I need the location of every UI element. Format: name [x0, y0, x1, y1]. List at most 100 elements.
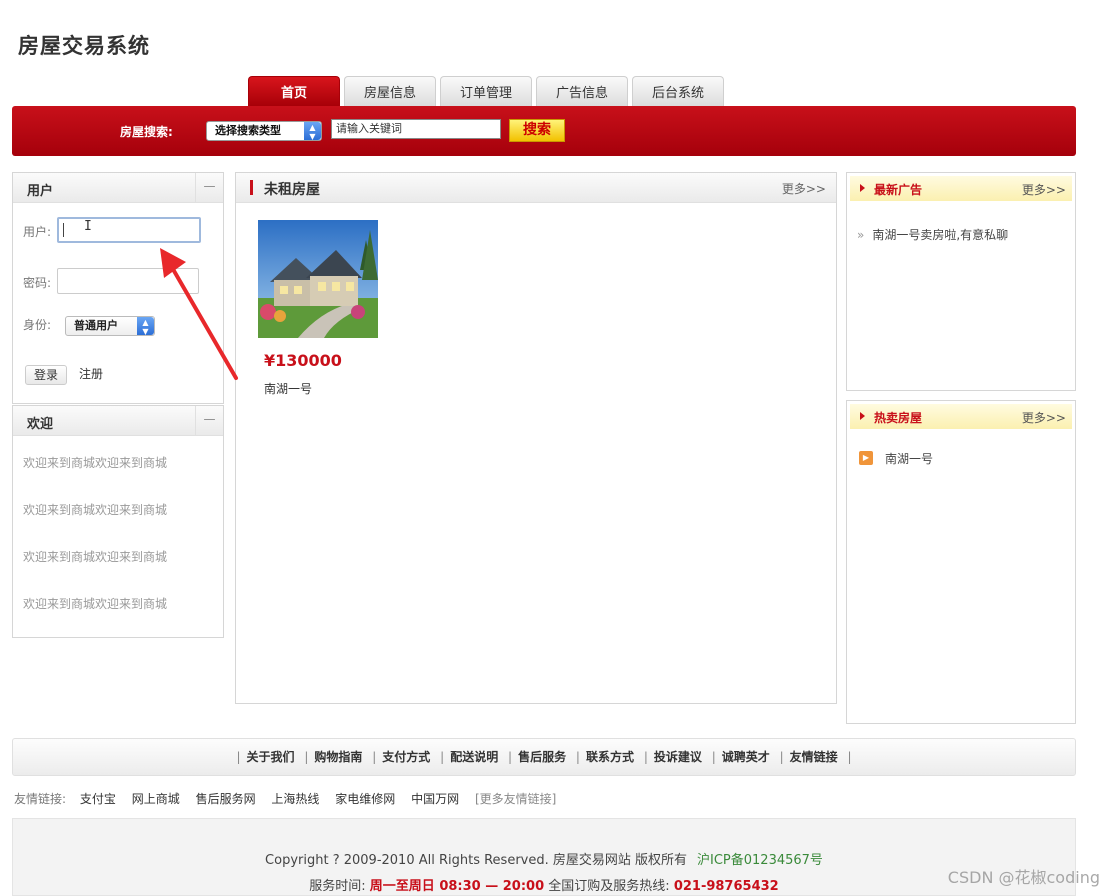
nav-separator: |: [643, 750, 648, 764]
latest-ads-header: 最新广告 更多>>: [850, 176, 1072, 201]
welcome-panel: 欢迎 — 欢迎来到商城欢迎来到商城 欢迎来到商城欢迎来到商城 欢迎来到商城欢迎来…: [12, 405, 224, 638]
ad-list-item[interactable]: » 南湖一号卖房啦,有意私聊: [857, 226, 1008, 243]
friend-links-label: 友情链接:: [14, 792, 67, 806]
copyright-box: Copyright ? 2009-2010 All Rights Reserve…: [12, 818, 1076, 896]
role-selected: 普通用户: [74, 319, 118, 332]
unrented-panel-header: 未租房屋 更多>>: [236, 173, 836, 203]
nav-separator: |: [236, 750, 241, 764]
tab-ad-info[interactable]: 广告信息: [536, 76, 628, 106]
search-bar: 房屋搜索: 选择搜索类型 ▲ ▼ 请输入关键词 搜索: [12, 106, 1076, 156]
hot-houses-more-link[interactable]: 更多>>: [1022, 409, 1066, 426]
service-time-label: 服务时间:: [309, 879, 366, 894]
footer-link-aftersale[interactable]: 售后服务: [518, 750, 566, 764]
welcome-line: 欢迎来到商城欢迎来到商城: [23, 503, 168, 517]
nav-separator: |: [440, 750, 445, 764]
friend-link-china-net[interactable]: 中国万网: [411, 792, 459, 806]
friend-link-alipay[interactable]: 支付宝: [80, 792, 116, 806]
nav-separator: |: [304, 750, 309, 764]
username-input[interactable]: I: [57, 217, 201, 243]
tab-admin-system[interactable]: 后台系统: [632, 76, 724, 106]
friend-link-online-mall[interactable]: 网上商城: [132, 792, 180, 806]
register-link[interactable]: 注册: [75, 365, 107, 385]
user-panel-title: 用户: [27, 184, 54, 199]
copyright-text: Copyright ? 2009-2010 All Rights Reserve…: [265, 853, 688, 868]
hot-house-item[interactable]: 南湖一号: [885, 450, 933, 467]
ad-item-text: 南湖一号卖房啦,有意私聊: [872, 228, 1009, 242]
service-time: 周一至周日 08:30 — 20:00: [369, 879, 545, 894]
footer-link-contact[interactable]: 联系方式: [586, 750, 634, 764]
hotline-number: 021-98765432: [673, 879, 779, 894]
latest-ads-more-link[interactable]: 更多>>: [1022, 181, 1066, 198]
hot-houses-header: 热卖房屋 更多>>: [850, 404, 1072, 429]
collapse-icon[interactable]: —: [195, 406, 223, 435]
footer-link-friends[interactable]: 友情链接: [790, 750, 838, 764]
unrented-houses-panel: 未租房屋 更多>> ¥130000 南湖一号: [235, 172, 837, 704]
main-nav-tabs: 首页 房屋信息 订单管理 广告信息 后台系统: [248, 76, 728, 106]
nav-separator: |: [779, 750, 784, 764]
password-input[interactable]: [57, 268, 199, 294]
hot-houses-title: 热卖房屋: [874, 411, 923, 425]
user-panel: 用户 — 用户: I 密码: 身份: 普通用户 ▲ ▼ 登录 注册: [12, 172, 224, 404]
welcome-line: 欢迎来到商城欢迎来到商城: [23, 550, 168, 564]
text-caret-icon: [63, 223, 64, 237]
search-button[interactable]: 搜索: [509, 119, 565, 142]
watermark: CSDN @花椒coding: [947, 868, 1100, 887]
footer-link-complaint[interactable]: 投诉建议: [654, 750, 702, 764]
search-type-select[interactable]: 选择搜索类型 ▲ ▼: [206, 121, 322, 141]
triangle-right-icon: [860, 412, 865, 420]
nav-separator: |: [372, 750, 377, 764]
footer-link-delivery[interactable]: 配送说明: [450, 750, 498, 764]
house-price: ¥130000: [264, 351, 342, 370]
site-title: 房屋交易系统: [18, 34, 150, 58]
user-panel-header: 用户 —: [13, 173, 223, 203]
hot-houses-panel: 热卖房屋 更多>> ▶ 南湖一号: [846, 400, 1076, 724]
footer-nav: | 关于我们 | 购物指南 | 支付方式 | 配送说明 | 售后服务 | 联系方式 | 投诉建…: [12, 738, 1076, 776]
login-button[interactable]: 登录: [25, 365, 67, 385]
nav-separator: |: [711, 750, 716, 764]
footer-link-payment[interactable]: 支付方式: [382, 750, 430, 764]
friend-links-more[interactable]: [更多友情链接]: [475, 792, 556, 806]
friend-link-shanghai-hotline[interactable]: 上海热线: [271, 792, 319, 806]
copyright-line: Copyright ? 2009-2010 All Rights Reserve…: [13, 849, 1075, 868]
role-label: 身份:: [23, 318, 52, 332]
welcome-line: 欢迎来到商城欢迎来到商城: [23, 456, 168, 470]
password-label: 密码:: [23, 276, 52, 290]
welcome-line: 欢迎来到商城欢迎来到商城: [23, 597, 168, 611]
search-type-selected: 选择搜索类型: [215, 124, 281, 137]
tab-home[interactable]: 首页: [248, 76, 340, 106]
latest-ads-title: 最新广告: [874, 183, 923, 197]
unrented-more-link[interactable]: 更多>>: [782, 180, 826, 197]
footer-link-about[interactable]: 关于我们: [247, 750, 295, 764]
friend-link-service-net[interactable]: 售后服务网: [196, 792, 256, 806]
welcome-panel-header: 欢迎 —: [13, 406, 223, 436]
unrented-panel-title: 未租房屋: [264, 182, 320, 198]
welcome-panel-title: 欢迎: [27, 417, 54, 432]
nav-separator: |: [575, 750, 580, 764]
tab-house-info[interactable]: 房屋信息: [344, 76, 436, 106]
house-photo[interactable]: [258, 220, 378, 338]
nav-separator: |: [508, 750, 513, 764]
collapse-icon[interactable]: —: [195, 173, 223, 202]
select-arrows-icon: ▲ ▼: [137, 317, 154, 336]
hotline-label: 全国订购及服务热线:: [548, 879, 670, 894]
search-label: 房屋搜索:: [120, 125, 173, 139]
title-accent-bar: [250, 180, 253, 195]
latest-ads-panel: 最新广告 更多>> » 南湖一号卖房啦,有意私聊: [846, 172, 1076, 391]
select-arrows-icon: ▲ ▼: [304, 122, 321, 141]
service-line: 服务时间: 周一至周日 08:30 — 20:00 全国订购及服务热线: 021…: [13, 875, 1075, 894]
username-label: 用户:: [23, 225, 52, 239]
nav-separator: |: [847, 750, 852, 764]
double-chevron-icon: »: [857, 228, 865, 242]
triangle-right-icon: [860, 184, 865, 192]
rss-icon: ▶: [859, 451, 873, 465]
house-name-link[interactable]: 南湖一号: [264, 380, 312, 397]
icp-link[interactable]: 沪ICP备01234567号: [697, 853, 823, 868]
friend-link-appliance-repair[interactable]: 家电维修网: [335, 792, 395, 806]
tab-order-management[interactable]: 订单管理: [440, 76, 532, 106]
footer-link-guide[interactable]: 购物指南: [314, 750, 362, 764]
role-select[interactable]: 普通用户 ▲ ▼: [65, 316, 155, 336]
friend-links: 友情链接: 支付宝 网上商城 售后服务网 上海热线 家电维修网 中国万网 [更多…: [14, 790, 556, 807]
ibeam-cursor-icon: I: [84, 219, 92, 234]
search-keyword-input[interactable]: 请输入关键词: [331, 119, 501, 139]
footer-link-jobs[interactable]: 诚聘英才: [722, 750, 770, 764]
